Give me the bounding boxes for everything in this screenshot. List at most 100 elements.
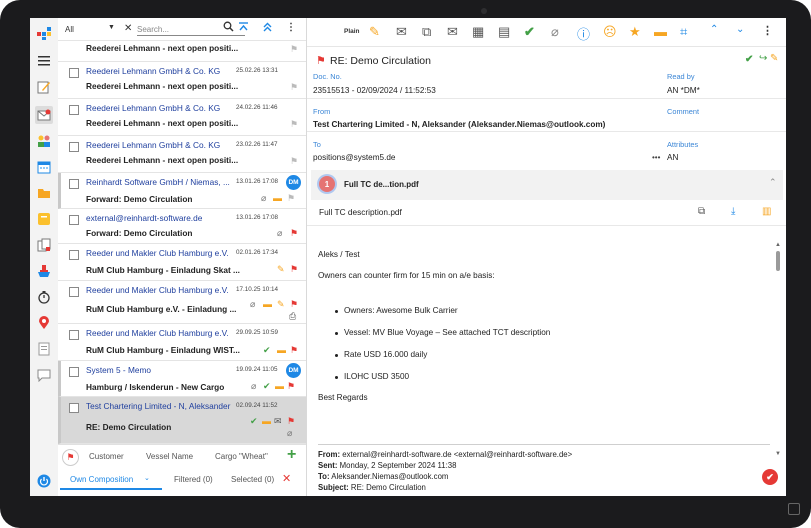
calendar-icon[interactable]: [35, 158, 53, 176]
next-icon[interactable]: ⌄: [736, 24, 744, 35]
list-item[interactable]: Reederei Lehmann - next open positi... ⚑: [58, 41, 306, 62]
scroll-top-icon[interactable]: [238, 22, 249, 34]
app-logo-icon[interactable]: [35, 24, 53, 42]
expand-up-icon[interactable]: [262, 22, 273, 35]
mail-open-icon[interactable]: ✉: [447, 24, 458, 40]
scrollbar-thumb[interactable]: [776, 251, 780, 271]
location-pin-icon[interactable]: [35, 314, 53, 332]
item-checkbox[interactable]: [69, 330, 79, 340]
check-icon[interactable]: ✔: [524, 24, 535, 40]
item-checkbox[interactable]: [69, 105, 79, 115]
list-item[interactable]: Reederei Lehmann GmbH & Co. KG 24.02.26 …: [58, 99, 306, 136]
clear-selection-icon[interactable]: ✕: [282, 472, 291, 485]
item-checkbox[interactable]: [69, 142, 79, 152]
menu-icon[interactable]: [35, 52, 53, 70]
star-icon[interactable]: ★: [629, 24, 641, 40]
tab-filtered[interactable]: Filtered (0): [174, 475, 213, 484]
flag-icon[interactable]: ⚑: [290, 264, 298, 274]
plain-toggle[interactable]: Plain: [344, 28, 360, 35]
attachment-file-name[interactable]: Full TC description.pdf: [319, 207, 402, 217]
check-icon[interactable]: ✔: [745, 54, 753, 65]
forward-arrow-icon[interactable]: ↪: [759, 53, 767, 64]
item-checkbox[interactable]: [69, 215, 79, 225]
column-customer[interactable]: Customer: [89, 452, 124, 461]
from-value[interactable]: Test Chartering Limited - N, Aleksander …: [313, 120, 605, 129]
filter-select[interactable]: All: [65, 25, 74, 34]
notes-icon[interactable]: [35, 210, 53, 228]
note-icon[interactable]: ▤: [498, 24, 510, 40]
list-item[interactable]: external@reinhardt-software.de 13.01.26 …: [58, 209, 306, 244]
archive-icon[interactable]: ▦: [472, 24, 484, 40]
flag-icon[interactable]: ⚑: [316, 54, 326, 67]
flag-icon[interactable]: ⚑: [287, 416, 295, 426]
scroll-down-arrow[interactable]: ▼: [775, 451, 781, 457]
forward-icon[interactable]: ⧉: [422, 24, 431, 40]
flag-icon[interactable]: ⚑: [290, 82, 298, 92]
item-checkbox[interactable]: [69, 403, 79, 413]
power-icon[interactable]: [35, 472, 53, 490]
documents-icon[interactable]: [35, 236, 53, 254]
item-checkbox[interactable]: [69, 179, 79, 189]
chat-icon[interactable]: [35, 366, 53, 384]
list-item[interactable]: Reederei Lehmann GmbH & Co. KG 23.02.26 …: [58, 136, 306, 173]
download-icon[interactable]: ⤓: [731, 206, 735, 217]
search-input[interactable]: Search...: [137, 25, 169, 34]
list-item[interactable]: Reeder und Makler Club Hamburg e.V. 29.0…: [58, 324, 306, 361]
more-options-icon[interactable]: ⋮: [762, 24, 773, 37]
list-item[interactable]: Reeder und Makler Club Hamburg e.V. 02.0…: [58, 244, 306, 281]
pencil-icon[interactable]: ✎: [369, 24, 380, 40]
flag-icon[interactable]: ⚑: [287, 381, 295, 391]
flag-icon[interactable]: ⚑: [290, 228, 298, 238]
flag-icon[interactable]: ⚑: [290, 156, 298, 166]
to-value[interactable]: positions@system5.de: [313, 153, 396, 162]
mail-icon[interactable]: [35, 106, 53, 124]
flag-filter-icon[interactable]: ⚑: [62, 449, 79, 466]
add-icon[interactable]: +: [287, 446, 296, 464]
chevron-down-icon[interactable]: ▼: [108, 24, 115, 31]
attach-icon[interactable]: ⌀: [551, 24, 559, 40]
scroll-up-arrow[interactable]: ▲: [775, 242, 781, 248]
check-action-button[interactable]: ✔: [762, 469, 778, 485]
attachment-panel-header[interactable]: 1 Full TC de...tion.pdf ⌃: [311, 170, 783, 200]
flag-icon[interactable]: ⚑: [287, 193, 295, 203]
tab-own-composition[interactable]: Own Composition: [70, 475, 133, 484]
compose-icon[interactable]: [35, 78, 53, 96]
list-item[interactable]: System 5 - Memo 19.09.24 11:05 DM Hambur…: [58, 361, 306, 397]
folder-icon[interactable]: ▬: [654, 24, 667, 39]
list-item[interactable]: Reeder und Makler Club Hamburg e.V. 17.1…: [58, 281, 306, 324]
timer-icon[interactable]: [35, 288, 53, 306]
clipboard-icon[interactable]: ▥: [762, 206, 771, 217]
collapse-icon[interactable]: ⌃: [769, 177, 777, 188]
folder-icon[interactable]: [35, 184, 53, 202]
item-checkbox[interactable]: [69, 250, 79, 260]
column-cargo[interactable]: Cargo "Wheat": [215, 452, 268, 461]
more-recipients-button[interactable]: •••: [652, 153, 660, 162]
tab-selected[interactable]: Selected (0): [231, 475, 274, 484]
list-item[interactable]: Reederei Lehmann GmbH & Co. KG 25.02.26 …: [58, 62, 306, 99]
ship-icon[interactable]: [35, 262, 53, 280]
reports-icon[interactable]: [35, 340, 53, 358]
more-options-icon[interactable]: ⋮: [286, 22, 296, 33]
frown-icon[interactable]: ☹: [603, 24, 617, 40]
crop-icon[interactable]: ⌗: [680, 24, 687, 40]
preview-icon[interactable]: ⧉: [698, 206, 705, 217]
item-checkbox[interactable]: [69, 367, 79, 377]
pencil-icon[interactable]: ✎: [770, 53, 778, 64]
flag-icon[interactable]: ⚑: [290, 345, 298, 355]
chevron-down-icon[interactable]: ⌄: [144, 474, 150, 482]
search-icon[interactable]: [223, 21, 234, 34]
flag-icon[interactable]: ⚑: [290, 44, 298, 54]
contacts-icon[interactable]: [35, 132, 53, 150]
list-item-selected[interactable]: Test Chartering Limited - N, Aleksander …: [58, 397, 306, 444]
column-vessel-name[interactable]: Vessel Name: [146, 452, 193, 461]
previous-icon[interactable]: ⌃: [710, 24, 718, 35]
info-icon[interactable]: ⓘ: [577, 24, 590, 43]
clear-icon[interactable]: ✕: [124, 23, 132, 34]
reply-icon[interactable]: ✉: [396, 24, 407, 40]
to-label: To: [313, 140, 321, 149]
list-item[interactable]: Reinhardt Software GmbH / Niemas, ... 13…: [58, 173, 306, 209]
flag-icon[interactable]: ⚑: [290, 119, 298, 129]
item-checkbox[interactable]: [69, 68, 79, 78]
item-checkbox[interactable]: [69, 287, 79, 297]
flag-icon[interactable]: ⚑: [290, 299, 298, 309]
